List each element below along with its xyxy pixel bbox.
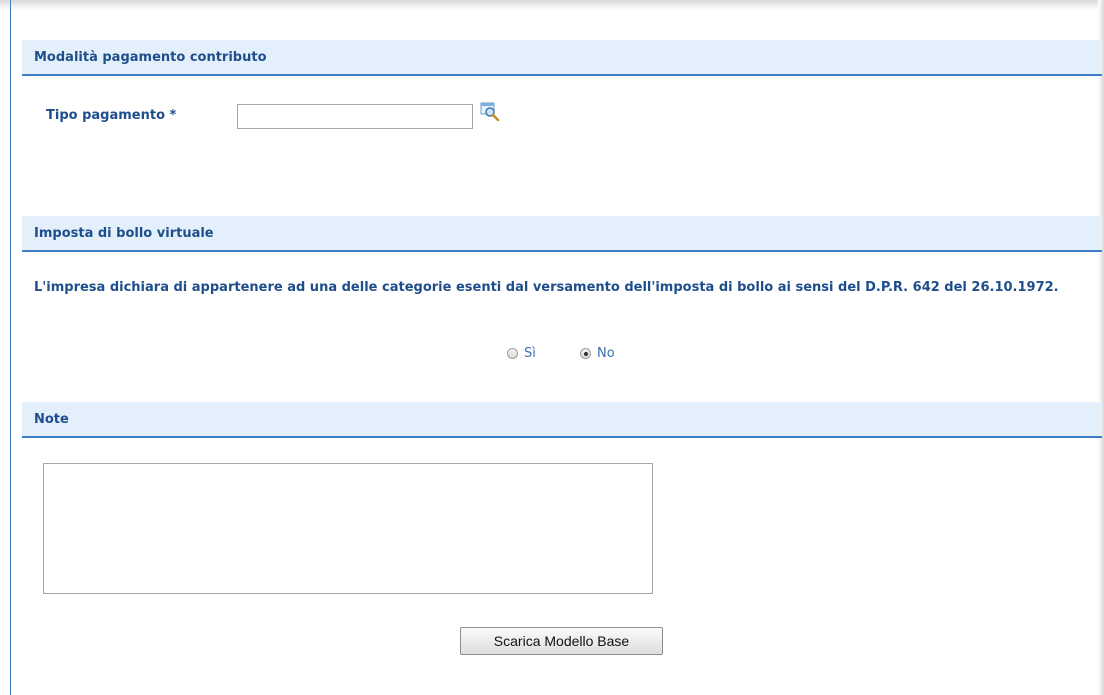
frame-top-shadow <box>0 0 1104 10</box>
section-title-stamp-duty: Imposta di bollo virtuale <box>34 226 214 241</box>
frame-right-shadow <box>1098 0 1104 695</box>
tipo-pagamento-input[interactable] <box>237 104 473 129</box>
radio-si-circle[interactable] <box>507 348 518 359</box>
frame-left-border <box>10 0 11 695</box>
magnifier-icon[interactable] <box>480 102 500 122</box>
radio-no-circle[interactable] <box>580 348 591 359</box>
radio-option-no[interactable]: No <box>580 346 615 361</box>
tipo-pagamento-label: Tipo pagamento * <box>46 108 177 123</box>
radio-no-label[interactable]: No <box>597 346 615 361</box>
section-header-payment: Modalità pagamento contributo <box>22 40 1102 76</box>
section-title-notes: Note <box>34 412 69 427</box>
download-base-model-button[interactable]: Scarica Modello Base <box>460 627 663 655</box>
radio-option-si[interactable]: Sì <box>507 346 536 361</box>
section-title-payment: Modalità pagamento contributo <box>34 50 267 65</box>
section-header-stamp-duty: Imposta di bollo virtuale <box>22 216 1102 252</box>
section-header-notes: Note <box>22 402 1102 438</box>
radio-si-label[interactable]: Sì <box>524 346 536 361</box>
exemption-declaration: L'impresa dichiara di appartenere ad una… <box>34 280 1059 295</box>
notes-textarea[interactable] <box>43 463 653 594</box>
